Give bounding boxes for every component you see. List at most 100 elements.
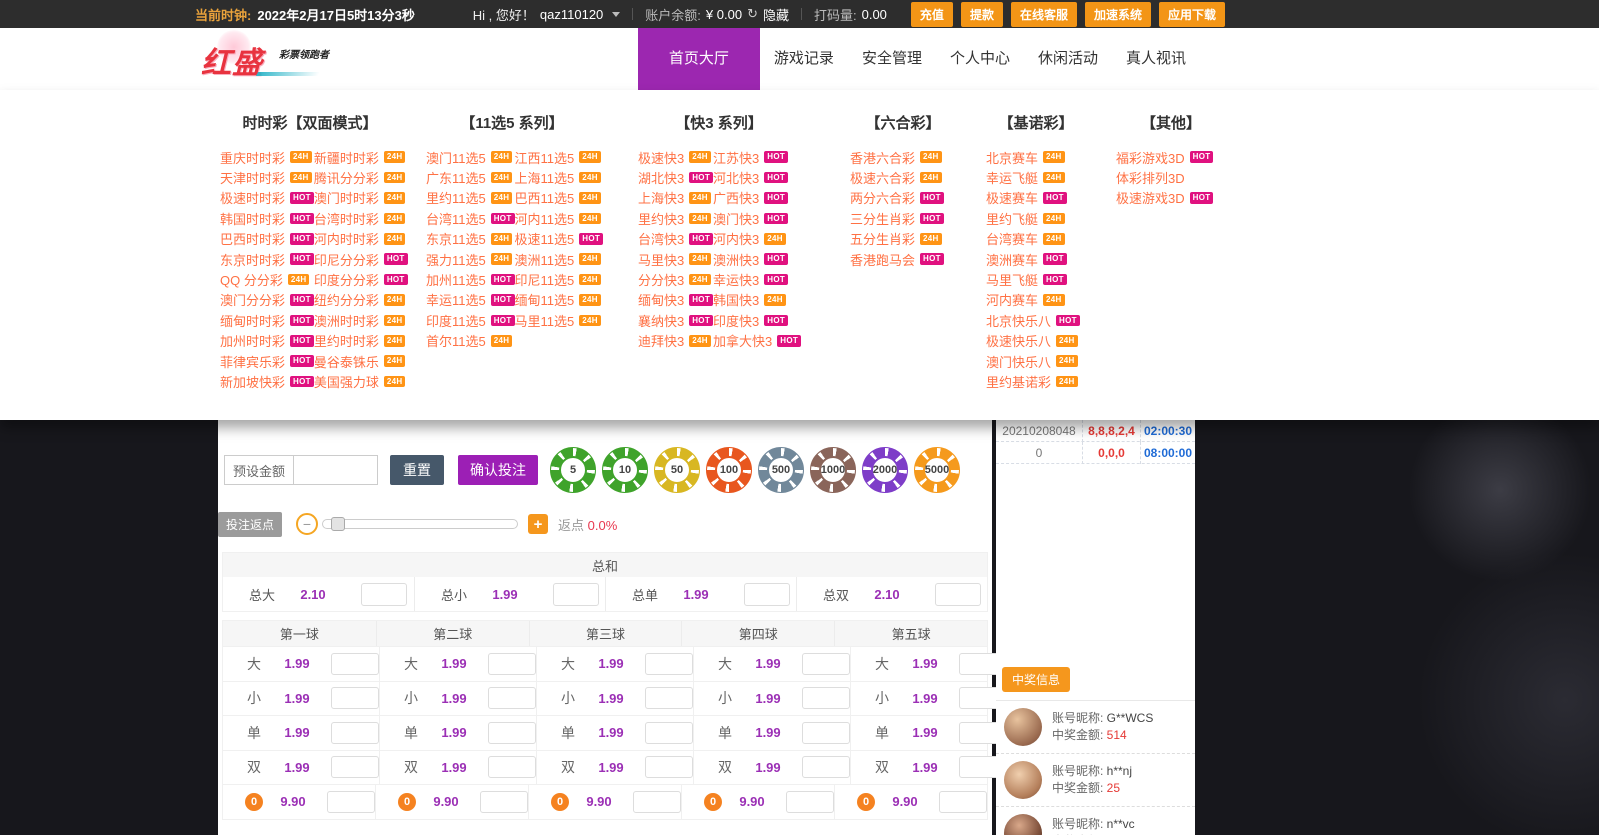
chip-2000[interactable]: 2000 — [862, 447, 908, 493]
lottery-link[interactable]: 香港跑马会 HOT — [850, 249, 956, 269]
rebate-increase-button[interactable]: + — [528, 514, 549, 534]
lottery-link[interactable]: 东京时时彩 HOT — [220, 249, 314, 269]
lottery-link[interactable]: 里约飞艇 24H — [986, 208, 1086, 228]
lottery-link[interactable]: 湖北快3 HOT — [638, 167, 714, 187]
bet-amount-input[interactable] — [802, 756, 850, 779]
lottery-link[interactable]: 河内时时彩 24H — [314, 229, 408, 249]
lottery-link[interactable]: 澳门快乐八 24H — [986, 351, 1086, 371]
withdraw-button[interactable]: 提款 — [960, 1, 1003, 27]
bet-amount-input[interactable] — [802, 652, 850, 675]
lottery-link[interactable]: 澳门11选5 24H — [426, 147, 515, 167]
lottery-link[interactable]: 加州时时彩 HOT — [220, 331, 314, 351]
lottery-link[interactable]: 澳门快3 HOT — [713, 208, 801, 228]
lottery-link[interactable]: 印度11选5 HOT — [426, 310, 515, 330]
lottery-link[interactable]: 江苏快3 HOT — [713, 147, 801, 167]
lottery-link[interactable]: 台湾11选5 HOT — [426, 208, 515, 228]
lottery-link[interactable]: 加拿大快3 HOT — [713, 331, 802, 351]
chip-5[interactable]: 5 — [550, 447, 596, 493]
lottery-link[interactable]: 江西11选5 24H — [515, 147, 604, 167]
lottery-link[interactable]: 北京赛车 24H — [986, 147, 1086, 167]
lottery-link[interactable]: 台湾赛车 24H — [986, 229, 1086, 249]
lottery-link[interactable]: 河内赛车 24H — [986, 290, 1086, 310]
lottery-link[interactable]: 澳洲赛车 HOT — [986, 249, 1086, 269]
lottery-link[interactable]: 澳洲时时彩 24H — [314, 310, 408, 330]
nav-game-records[interactable]: 游戏记录 — [760, 28, 848, 90]
rebate-slider[interactable] — [322, 517, 519, 531]
lottery-link[interactable]: 纽约分分彩 24H — [314, 290, 408, 310]
lottery-link[interactable]: 印尼分分彩 HOT — [314, 249, 408, 269]
lottery-link[interactable]: 韩国时时彩 HOT — [220, 208, 314, 228]
bet-amount-input[interactable] — [488, 756, 536, 779]
bet-amount-input[interactable] — [361, 582, 407, 606]
booster-button[interactable]: 加速系统 — [1084, 1, 1151, 27]
lottery-link[interactable]: 上海11选5 24H — [515, 167, 604, 187]
preset-amount-input[interactable] — [293, 456, 377, 484]
lottery-link[interactable]: 分分快3 24H — [638, 269, 713, 289]
bet-amount-input[interactable] — [633, 790, 681, 813]
lottery-link[interactable]: 加州11选5 HOT — [426, 269, 515, 289]
bet-amount-input[interactable] — [488, 721, 536, 744]
hide-balance-button[interactable]: 隐藏 — [763, 5, 789, 24]
bet-amount-input[interactable] — [802, 687, 850, 710]
lottery-link[interactable]: 幸运11选5 HOT — [426, 290, 515, 310]
lottery-link[interactable]: 缅甸时时彩 HOT — [220, 310, 314, 330]
online-support-button[interactable]: 在线客服 — [1010, 1, 1077, 27]
lottery-link[interactable]: 两分六合彩 HOT — [850, 188, 956, 208]
rebate-slider-handle[interactable] — [331, 517, 346, 531]
lottery-link[interactable]: 襄纳快3 HOT — [638, 310, 714, 330]
bet-amount-input[interactable] — [645, 652, 693, 675]
confirm-bet-button[interactable]: 确认投注 — [458, 455, 538, 485]
lottery-link[interactable]: 曼谷泰铢乐 24H — [314, 351, 408, 371]
lottery-link[interactable]: 强力11选5 24H — [426, 249, 515, 269]
bet-amount-input[interactable] — [480, 790, 528, 813]
lottery-link[interactable]: 缅甸11选5 24H — [515, 290, 604, 310]
lottery-link[interactable]: 极速快乐八 24H — [986, 331, 1086, 351]
lottery-link[interactable]: 极速快3 24H — [638, 147, 713, 167]
chip-500[interactable]: 500 — [758, 447, 804, 493]
recharge-button[interactable]: 充值 — [910, 1, 953, 27]
bet-amount-input[interactable] — [331, 756, 379, 779]
lottery-link[interactable]: 马里快3 24H — [638, 249, 713, 269]
bet-amount-input[interactable] — [935, 582, 981, 606]
bet-amount-input[interactable] — [645, 756, 693, 779]
bet-amount-input[interactable] — [488, 687, 536, 710]
bet-amount-input[interactable] — [744, 582, 790, 606]
lottery-link[interactable]: 迪拜快3 24H — [638, 331, 713, 351]
lottery-link[interactable]: 极速赛车 HOT — [986, 188, 1086, 208]
lottery-link[interactable]: 巴西时时彩 HOT — [220, 229, 314, 249]
lottery-link[interactable]: 河北快3 HOT — [713, 167, 801, 187]
lottery-link[interactable]: 福彩游戏3D HOT — [1116, 147, 1226, 167]
lottery-link[interactable]: 缅甸快3 HOT — [638, 290, 714, 310]
lottery-link[interactable]: 广东11选5 24H — [426, 167, 515, 187]
lottery-link[interactable]: 广西快3 HOT — [713, 188, 801, 208]
bet-amount-input[interactable] — [331, 652, 379, 675]
bet-amount-input[interactable] — [802, 721, 850, 744]
refresh-icon[interactable]: ↻ — [747, 6, 758, 22]
lottery-link[interactable]: 极速时时彩 HOT — [220, 188, 314, 208]
nav-security[interactable]: 安全管理 — [848, 28, 936, 90]
chip-5000[interactable]: 5000 — [914, 447, 960, 493]
chip-50[interactable]: 50 — [654, 447, 700, 493]
lottery-link[interactable]: 上海快3 24H — [638, 188, 713, 208]
lottery-link[interactable]: 台湾快3 HOT — [638, 229, 714, 249]
bet-amount-input[interactable] — [645, 687, 693, 710]
lottery-link[interactable]: 天津时时彩 24H — [220, 167, 314, 187]
lottery-link[interactable]: 新疆时时彩 24H — [314, 147, 408, 167]
lottery-link[interactable]: 极速游戏3D HOT — [1116, 188, 1226, 208]
lottery-link[interactable]: 印度分分彩 HOT — [314, 269, 408, 289]
bet-amount-input[interactable] — [553, 582, 599, 606]
lottery-link[interactable]: 河内快3 24H — [713, 229, 801, 249]
site-logo[interactable]: 红盛 彩票领跑者 — [195, 30, 355, 86]
lottery-link[interactable]: 五分生肖彩 24H — [850, 229, 956, 249]
reset-button[interactable]: 重置 — [390, 455, 444, 485]
lottery-link[interactable]: 重庆时时彩 24H — [220, 147, 314, 167]
lottery-link[interactable]: 香港六合彩 24H — [850, 147, 956, 167]
lottery-link[interactable]: 北京快乐八 HOT — [986, 310, 1086, 330]
lottery-link[interactable]: 极速11选5 HOT — [515, 229, 604, 249]
lottery-link[interactable]: 河内11选5 24H — [515, 208, 604, 228]
lottery-link[interactable]: 体彩排列3D — [1116, 167, 1226, 187]
lottery-link[interactable]: 印度快3 HOT — [713, 310, 801, 330]
nav-personal-center[interactable]: 个人中心 — [936, 28, 1024, 90]
chip-100[interactable]: 100 — [706, 447, 752, 493]
bet-amount-input[interactable] — [331, 721, 379, 744]
